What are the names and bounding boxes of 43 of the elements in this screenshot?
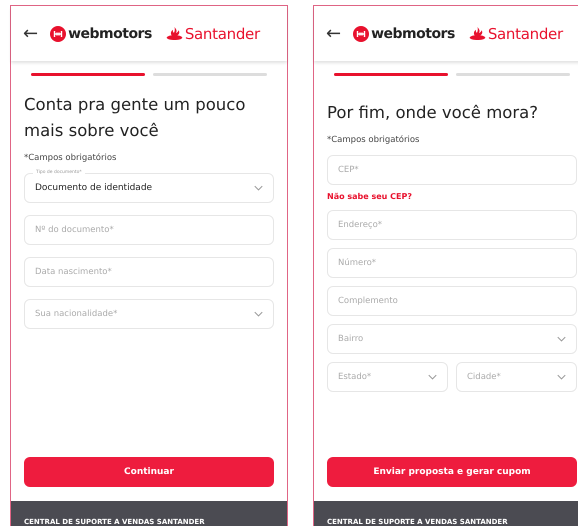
field-placeholder: Estado* bbox=[338, 372, 372, 382]
input-field[interactable]: Endereço* bbox=[327, 210, 577, 240]
field-placeholder: Cidade* bbox=[467, 372, 501, 382]
field-placeholder: Endereço* bbox=[338, 220, 382, 230]
back-icon[interactable]: ← bbox=[23, 23, 38, 44]
field-placeholder: Nº do documento* bbox=[35, 225, 114, 235]
cep-link[interactable]: Não sabe seu CEP? bbox=[327, 192, 577, 201]
select-field[interactable]: Sua nacionalidade* bbox=[24, 299, 274, 329]
field-value: Documento de identidade bbox=[35, 183, 152, 193]
field-placeholder: Sua nacionalidade* bbox=[35, 309, 118, 319]
field-placeholder: Bairro bbox=[338, 334, 364, 344]
flame-logo-icon bbox=[166, 27, 183, 40]
required-note: *Campos obrigatórios bbox=[327, 135, 420, 145]
field-placeholder: CEP* bbox=[338, 165, 359, 175]
field-placeholder: Data nascimento* bbox=[35, 267, 112, 277]
brand-name: webmotors bbox=[371, 26, 455, 42]
webmotors-logo-icon bbox=[353, 26, 370, 42]
input-field[interactable]: Data nascimento* bbox=[24, 257, 274, 287]
flame-logo-icon bbox=[468, 27, 486, 40]
brand-name: Santander bbox=[184, 24, 260, 42]
select-field[interactable]: Estado* bbox=[327, 362, 448, 392]
select-field[interactable]: Cidade* bbox=[456, 362, 577, 392]
brand-name: Santander bbox=[488, 24, 563, 42]
brand-name: webmotors bbox=[68, 26, 152, 42]
page-title: Por fim, onde você mora? bbox=[327, 102, 540, 124]
input-field[interactable]: Número* bbox=[327, 248, 577, 278]
chevron-down-icon bbox=[557, 374, 566, 380]
input-field[interactable]: Nº do documento* bbox=[24, 215, 274, 245]
select-field[interactable]: Bairro bbox=[327, 324, 577, 354]
back-icon[interactable]: ← bbox=[326, 23, 342, 44]
field-placeholder: Número* bbox=[338, 258, 376, 268]
submit-button[interactable]: Enviar proposta e gerar cupom bbox=[327, 457, 577, 487]
input-field[interactable]: Complemento bbox=[327, 286, 577, 316]
chevron-down-icon bbox=[254, 311, 263, 317]
webmotors-logo-icon bbox=[50, 26, 66, 42]
submit-button[interactable]: Continuar bbox=[24, 457, 274, 487]
page-title: Conta pra gente um pouco mais sobre você bbox=[24, 94, 246, 142]
chevron-down-icon bbox=[254, 185, 263, 191]
field-placeholder: Complemento bbox=[338, 296, 398, 306]
required-note: *Campos obrigatórios bbox=[24, 153, 118, 163]
chevron-down-icon bbox=[428, 374, 437, 380]
chevron-down-icon bbox=[557, 336, 566, 342]
input-field[interactable]: CEP* bbox=[327, 155, 577, 185]
